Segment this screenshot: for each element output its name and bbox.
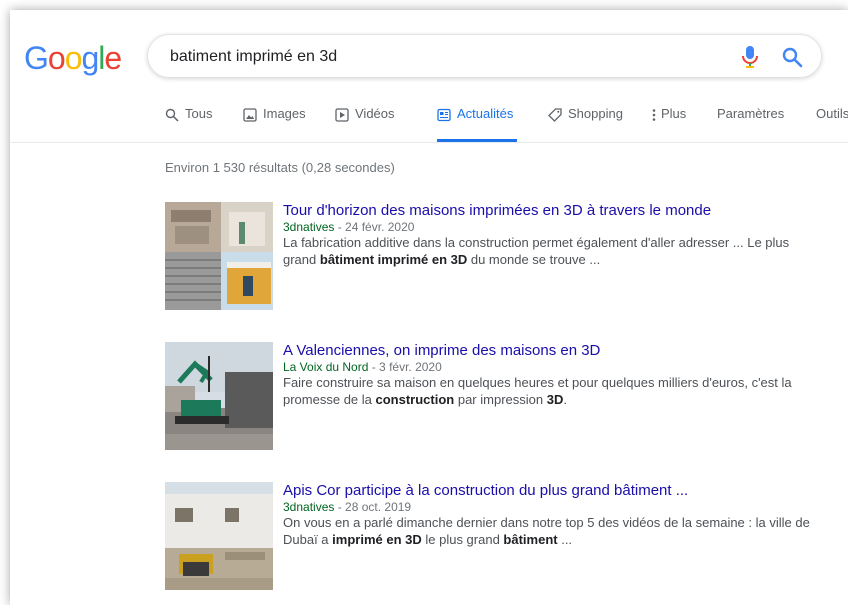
result-snippet: Faire construire sa maison en quelques h… xyxy=(283,374,823,408)
search-input[interactable] xyxy=(168,45,732,69)
result-date: - 28 oct. 2019 xyxy=(334,500,412,514)
result-title-link[interactable]: Apis Cor participe à la construction du … xyxy=(283,482,823,500)
browser-page: Google Tous Images Vidéos Actual xyxy=(10,10,848,605)
result-snippet: La fabrication additive dans la construc… xyxy=(283,234,823,268)
tab-label: Shopping xyxy=(568,106,623,121)
tab-videos[interactable]: Vidéos xyxy=(335,106,395,142)
search-icon xyxy=(165,108,179,122)
tab-more[interactable]: Plus xyxy=(651,106,686,142)
snippet-highlight: bâtiment imprimé en 3D xyxy=(319,252,468,267)
search-icon[interactable] xyxy=(781,46,803,68)
tab-label: Paramètres xyxy=(717,106,785,121)
thumbnail-image xyxy=(165,482,273,590)
thumbnail-image xyxy=(165,202,273,310)
snippet-text: le plus grand xyxy=(421,532,504,547)
snippet-text: du monde se trouve ... xyxy=(467,252,601,267)
result-thumbnail[interactable] xyxy=(165,202,273,310)
search-tabs: Tous Images Vidéos Actualités Shopping P… xyxy=(165,106,848,142)
result-source[interactable]: 3dnatives xyxy=(283,500,334,514)
tab-shopping[interactable]: Shopping xyxy=(548,106,623,142)
result-body: Apis Cor participe à la construction du … xyxy=(283,482,823,548)
logo-letter: g xyxy=(81,40,99,76)
thumbnail-image xyxy=(165,342,273,450)
microphone-icon[interactable] xyxy=(740,45,760,69)
result-date: - 3 févr. 2020 xyxy=(368,360,442,374)
result-thumbnail[interactable] xyxy=(165,482,273,590)
google-logo[interactable]: Google xyxy=(24,40,122,77)
logo-letter: o xyxy=(64,40,83,76)
result-source[interactable]: 3dnatives xyxy=(283,220,334,234)
tab-label: Images xyxy=(263,106,306,121)
logo-letter: o xyxy=(47,40,66,76)
snippet-text: par impression xyxy=(454,392,547,407)
tab-label: Actualités xyxy=(457,106,514,121)
logo-letter: e xyxy=(104,40,122,76)
snippet-highlight: bâtiment xyxy=(503,532,558,547)
tag-icon xyxy=(548,108,562,122)
result-date: - 24 févr. 2020 xyxy=(334,220,415,234)
tab-label: Plus xyxy=(661,106,687,121)
tab-label: Outils xyxy=(816,106,848,121)
tab-label: Vidéos xyxy=(355,106,395,121)
tab-settings[interactable]: Paramètres xyxy=(717,106,784,142)
result-body: A Valenciennes, on imprime des maisons e… xyxy=(283,342,823,408)
result-source[interactable]: La Voix du Nord xyxy=(283,360,368,374)
image-icon xyxy=(243,108,257,122)
snippet-text: . xyxy=(563,392,567,407)
snippet-highlight: 3D xyxy=(546,392,564,407)
tab-all[interactable]: Tous xyxy=(165,106,212,142)
video-icon xyxy=(335,108,349,122)
result-source-line: La Voix du Nord - 3 févr. 2020 xyxy=(283,360,823,374)
logo-letter: G xyxy=(24,40,49,76)
result-source-line: 3dnatives - 24 févr. 2020 xyxy=(283,220,823,234)
result-stats: Environ 1 530 résultats (0,28 secondes) xyxy=(165,160,395,175)
result-title-link[interactable]: Tour d'horizon des maisons imprimées en … xyxy=(283,202,823,220)
search-box[interactable] xyxy=(147,34,822,78)
snippet-text: ... xyxy=(557,532,573,547)
tab-tools[interactable]: Outils xyxy=(816,106,848,142)
more-vert-icon xyxy=(652,109,656,121)
result-source-line: 3dnatives - 28 oct. 2019 xyxy=(283,500,823,514)
header-divider xyxy=(10,142,848,143)
snippet-highlight: imprimé en 3D xyxy=(332,532,422,547)
tab-label: Tous xyxy=(185,106,213,121)
snippet-highlight: construction xyxy=(375,392,455,407)
result-snippet: On vous en a parlé dimanche dernier dans… xyxy=(283,514,823,548)
result-title-link[interactable]: A Valenciennes, on imprime des maisons e… xyxy=(283,342,823,360)
news-icon xyxy=(437,108,451,122)
tab-images[interactable]: Images xyxy=(243,106,306,142)
result-body: Tour d'horizon des maisons imprimées en … xyxy=(283,202,823,268)
result-thumbnail[interactable] xyxy=(165,342,273,450)
tab-news[interactable]: Actualités xyxy=(437,106,518,142)
